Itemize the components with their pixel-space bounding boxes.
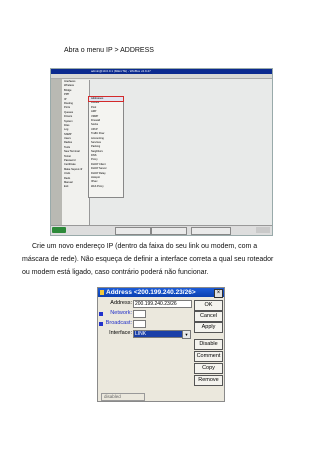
winbox-screenshot: admin@10.0.0.1 (MikroTik) - WinBox v2.9.… — [50, 68, 273, 236]
address-label: Address: — [110, 300, 132, 306]
cancel-button[interactable]: Cancel — [194, 311, 223, 322]
taskbar-clock — [256, 227, 270, 233]
apply-button[interactable]: Apply — [194, 322, 223, 333]
instruction-line-1: Crie um novo endereço IP (dentro da faix… — [32, 243, 258, 250]
dialog-title: Address <200.199.240.23/26> — [106, 289, 196, 296]
chevron-down-icon[interactable]: ▼ — [182, 330, 191, 339]
instruction-line-2: máscara de rede). Não esqueça de definir… — [22, 256, 274, 263]
disable-button[interactable]: Disable — [194, 339, 223, 350]
ok-button[interactable]: OK — [194, 300, 223, 311]
comment-button[interactable]: Comment — [194, 351, 223, 362]
menu-item[interactable]: Exit — [62, 185, 89, 189]
copy-button[interactable]: Copy — [194, 363, 223, 374]
instruction-line-3: ou modem está ligado, caso contrário pod… — [22, 269, 209, 276]
address-input[interactable]: 200.199.240.23/26 — [133, 300, 192, 308]
submenu-item[interactable]: Web Proxy — [89, 185, 123, 189]
instruction-open-menu: Abra o menu IP > ADDRESS — [64, 47, 154, 54]
interface-select[interactable]: LINK — [133, 330, 184, 338]
network-label: Network: — [110, 310, 132, 316]
winbox-main-menu[interactable]: Interfaces Wireless Bridge PPP IP Routing Port… — [62, 80, 90, 225]
start-button[interactable] — [52, 227, 66, 233]
taskbar-item[interactable] — [191, 227, 231, 235]
dialog-title-bar: Address <200.199.240.23/26> × — [98, 288, 224, 298]
taskbar-item[interactable] — [151, 227, 187, 235]
interface-label: Interface: — [109, 330, 132, 336]
close-icon[interactable]: × — [214, 289, 223, 298]
window-icon — [100, 290, 104, 295]
broadcast-input[interactable] — [133, 320, 146, 328]
status-bar: disabled — [101, 393, 145, 401]
winbox-toolbar — [51, 74, 272, 79]
address-dialog: Address <200.199.240.23/26> × Address: 2… — [97, 287, 225, 402]
winbox-side-strip — [51, 79, 62, 225]
remove-button[interactable]: Remove — [194, 375, 223, 386]
network-input[interactable] — [133, 310, 146, 318]
winbox-ip-submenu[interactable]: Addresses Routes Pool ARP VRRP Firewall Socks U… — [88, 95, 124, 198]
taskbar-item[interactable] — [115, 227, 151, 235]
broadcast-label: Broadcast: — [105, 320, 132, 326]
